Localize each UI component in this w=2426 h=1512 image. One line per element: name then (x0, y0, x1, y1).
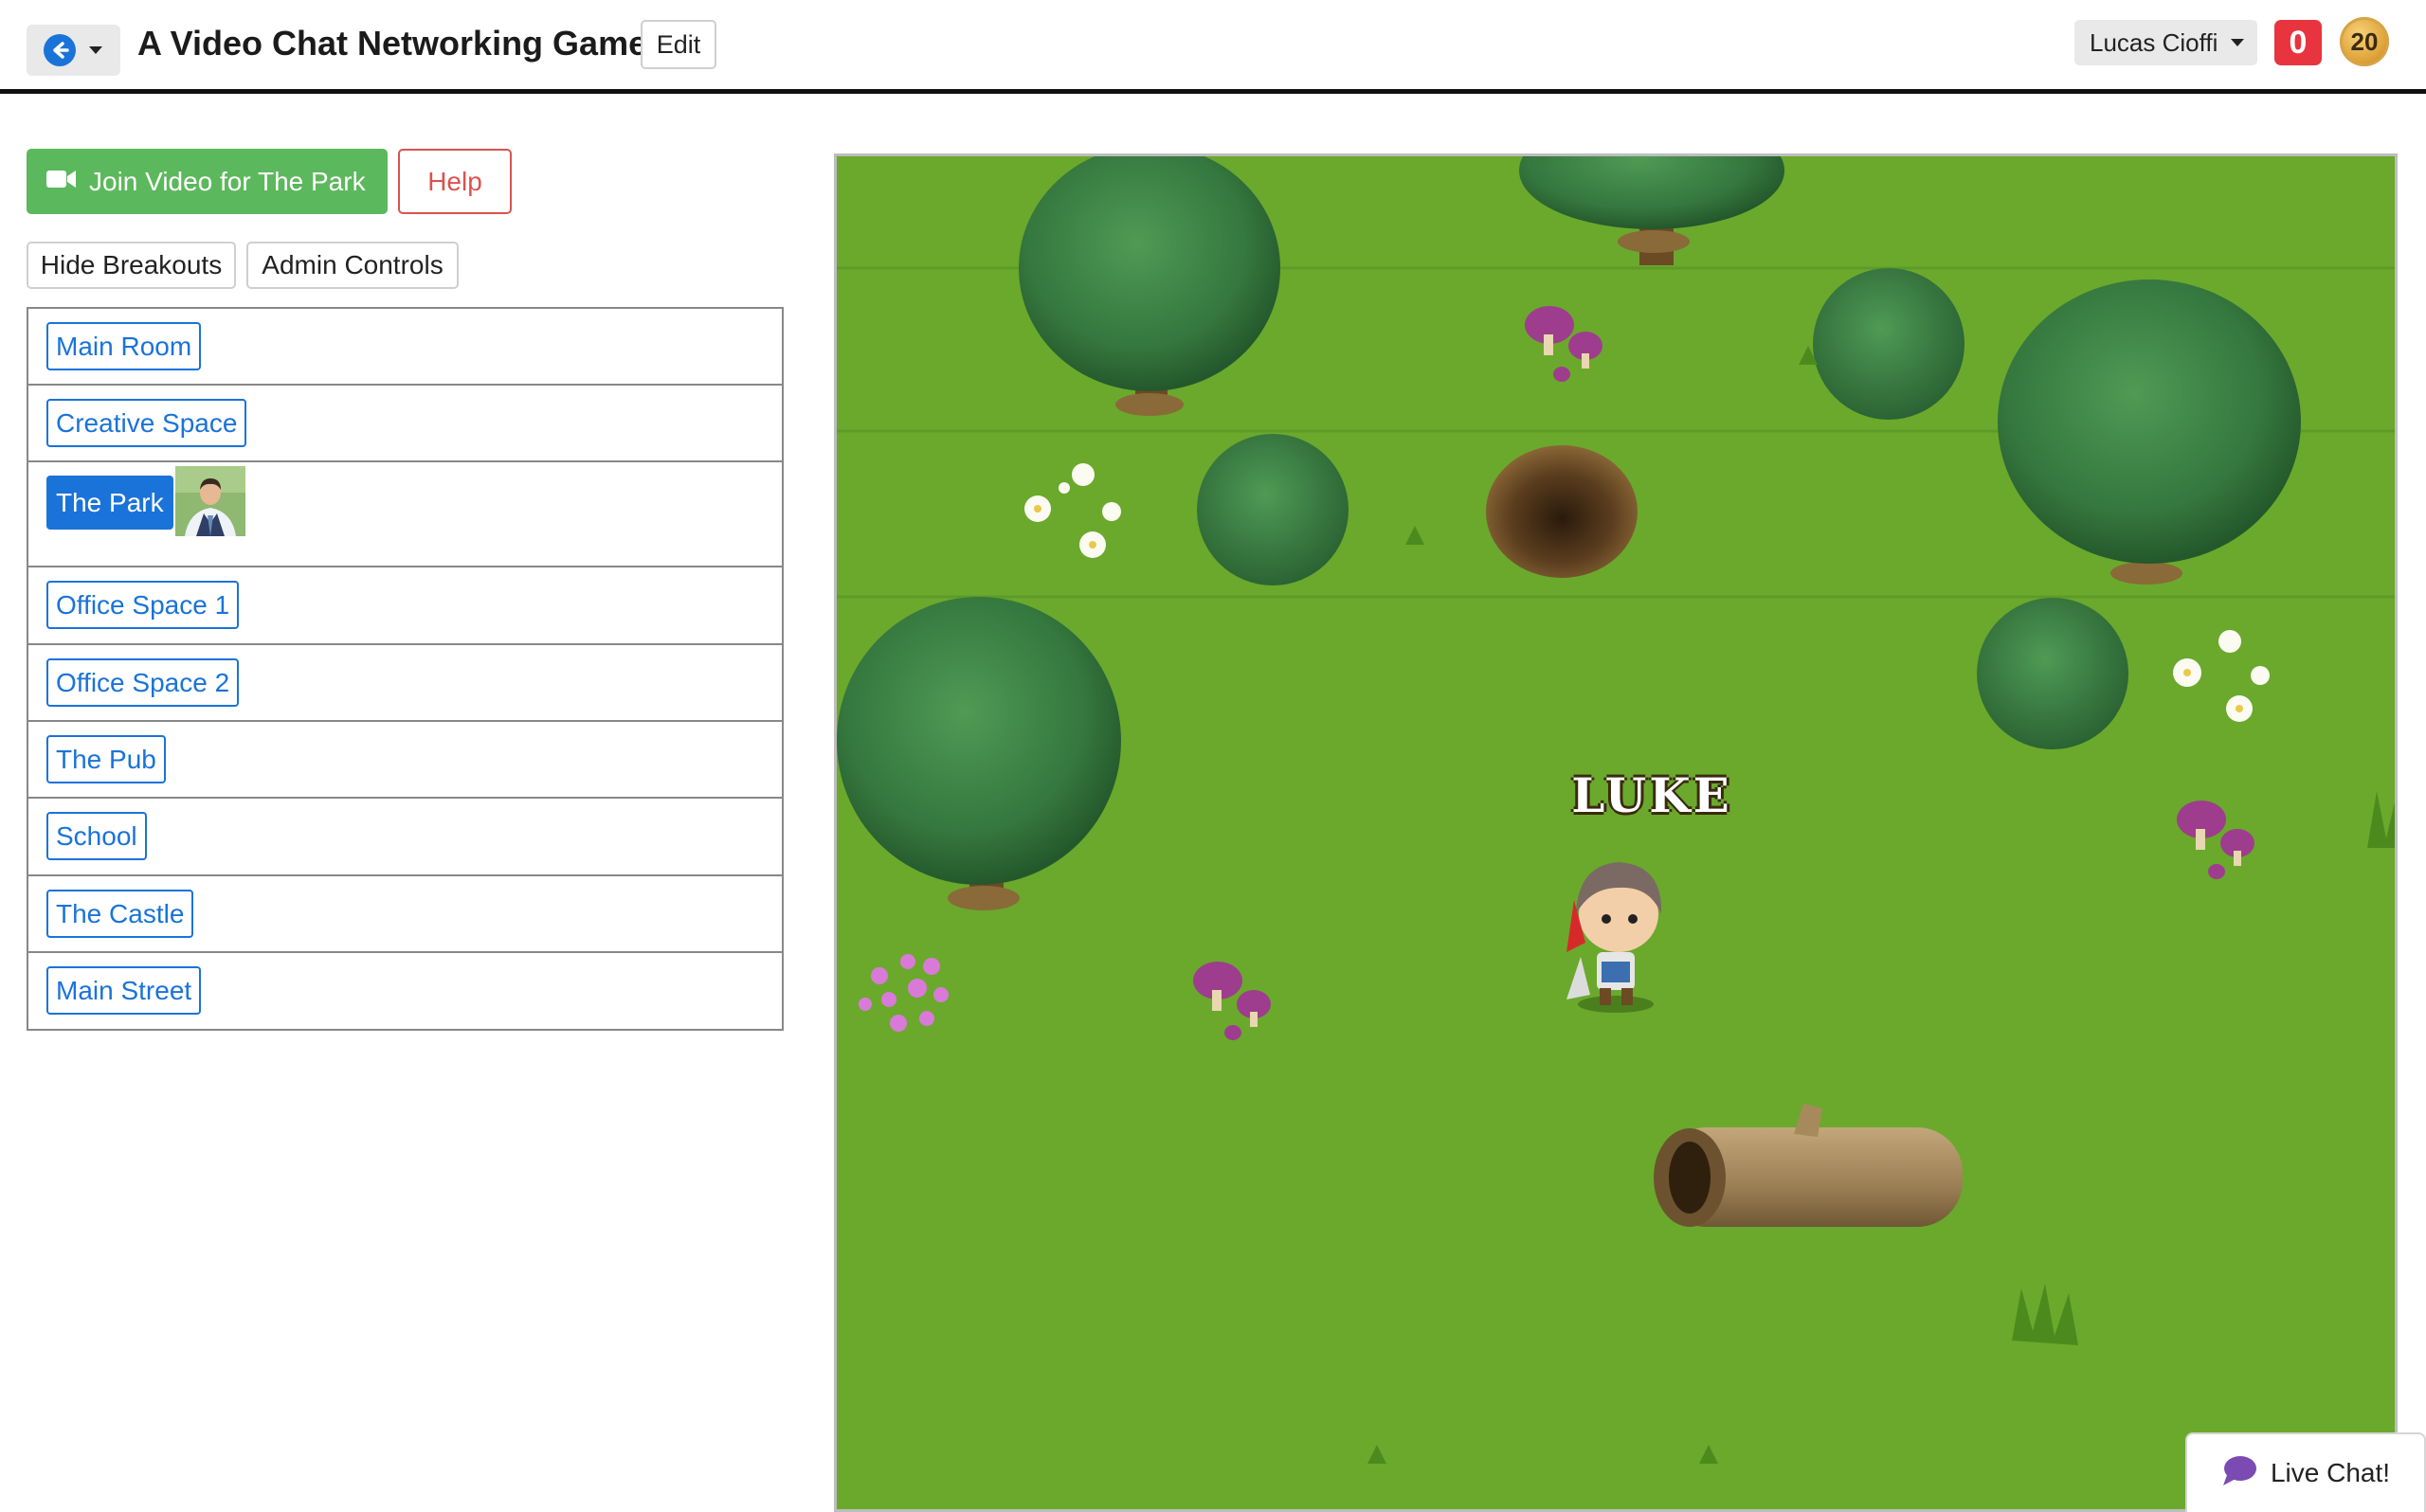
room-row: The Pub (28, 722, 782, 799)
player-name-label: LUKE (1571, 767, 1732, 823)
room-row: Main Street (28, 953, 782, 1029)
room-button-office-space-1[interactable]: Office Space 1 (46, 581, 240, 629)
room-row: Main Room (28, 309, 782, 386)
notification-badge[interactable]: 0 (2274, 20, 2322, 65)
live-chat-label: Live Chat! (2270, 1458, 2391, 1487)
room-row: School (28, 799, 782, 876)
room-button-main-room[interactable]: Main Room (46, 322, 202, 370)
room-row: Creative Space (28, 386, 782, 462)
hide-breakouts-button[interactable]: Hide Breakouts (27, 242, 236, 289)
arrow-left-circle-icon (44, 34, 76, 66)
join-video-button[interactable]: Join Video for The Park (27, 149, 388, 214)
room-button-the-castle[interactable]: The Castle (46, 890, 194, 938)
room-row: The Castle (28, 876, 782, 953)
park-map (837, 156, 2395, 1509)
coin-icon[interactable]: 20 (2340, 17, 2389, 66)
live-chat-button[interactable]: Live Chat! (2185, 1432, 2426, 1512)
chevron-down-icon (2231, 39, 2245, 46)
room-button-main-street[interactable]: Main Street (46, 966, 202, 1015)
burrow-hole (1486, 445, 1638, 578)
user-menu-dropdown[interactable]: Lucas Cioffi (2074, 20, 2257, 65)
chevron-down-icon (89, 46, 102, 54)
video-camera-icon (45, 167, 78, 197)
room-button-creative-space[interactable]: Creative Space (46, 399, 247, 447)
room-row: Office Space 2 (28, 645, 782, 722)
speech-bubble-icon (2221, 1454, 2257, 1493)
room-button-office-space-2[interactable]: Office Space 2 (46, 658, 240, 707)
points-count: 20 (2350, 27, 2379, 56)
room-button-the-park[interactable]: The Park (46, 476, 173, 530)
bush (1813, 268, 1964, 420)
help-button[interactable]: Help (398, 149, 512, 214)
back-dropdown-button[interactable] (27, 25, 120, 76)
bush (1977, 598, 2128, 749)
room-button-school[interactable]: School (46, 812, 147, 860)
room-row: The Park (28, 462, 782, 567)
room-row: Office Space 1 (28, 567, 782, 645)
game-canvas[interactable]: LUKE (834, 153, 2398, 1512)
page-title: A Video Chat Networking Game (137, 24, 648, 63)
user-name: Lucas Cioffi (2090, 27, 2218, 57)
top-navbar: A Video Chat Networking Game Edit Lucas … (0, 0, 2426, 94)
join-video-label: Join Video for The Park (89, 166, 366, 196)
room-button-the-pub[interactable]: The Pub (46, 735, 166, 783)
breakout-room-list: Main Room Creative Space The Park Office… (27, 307, 784, 1031)
bush (1197, 434, 1349, 585)
edit-button[interactable]: Edit (641, 20, 716, 69)
admin-controls-button[interactable]: Admin Controls (246, 242, 459, 289)
avatar[interactable] (175, 466, 245, 536)
